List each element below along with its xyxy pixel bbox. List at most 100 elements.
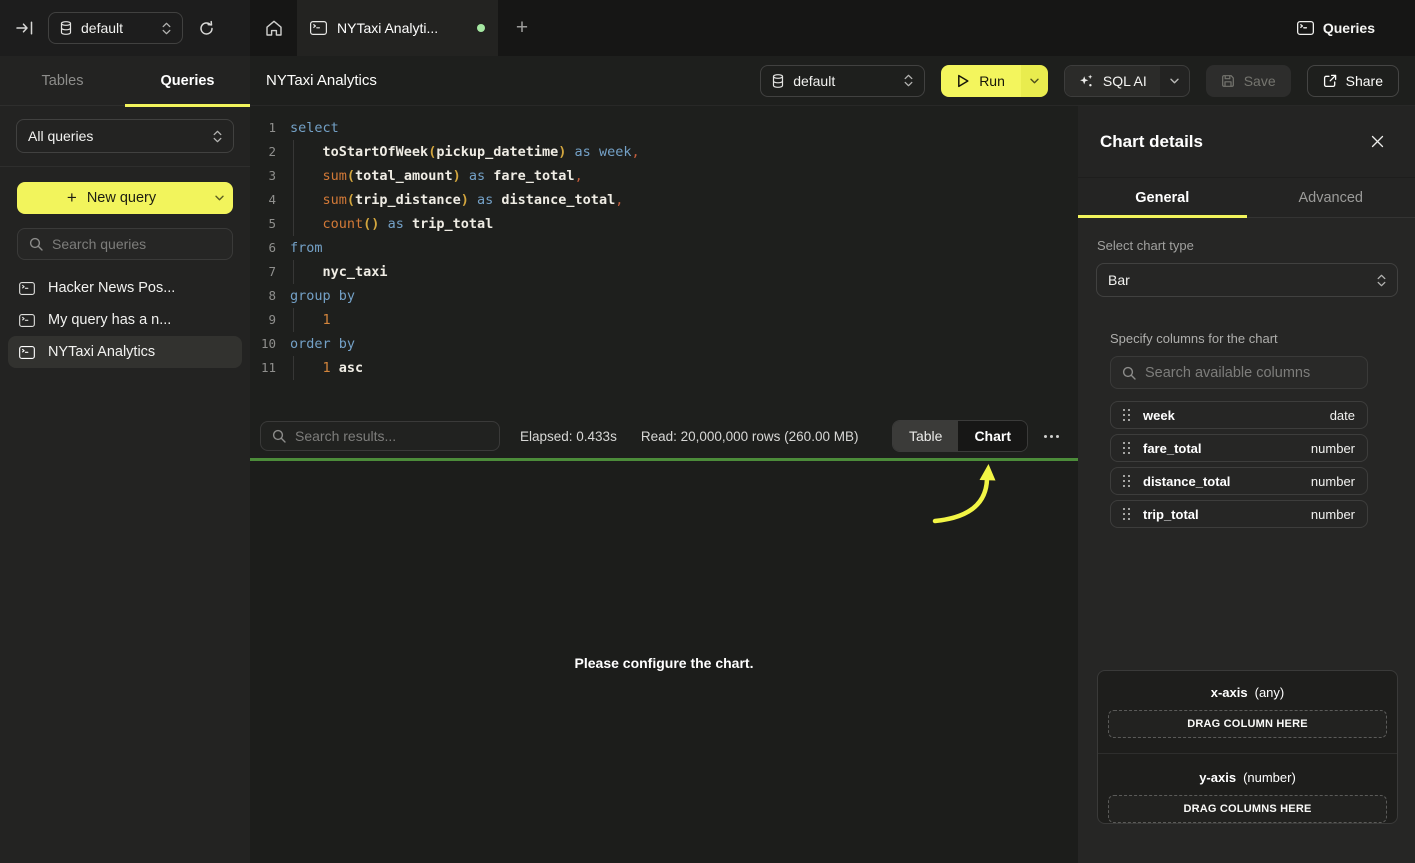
share-icon [1323, 74, 1337, 88]
topbar-database-value: default [81, 20, 153, 36]
x-axis-dropzone[interactable]: DRAG COLUMN HERE [1108, 710, 1387, 738]
chevron-up-down-icon [162, 22, 171, 35]
query-list-item[interactable]: My query has a n... [8, 304, 242, 336]
tab-strip: NYTaxi Analyti... + [250, 0, 1415, 56]
tab-queries-label: Queries [161, 73, 215, 89]
code-line[interactable]: 9 1 [250, 308, 1078, 332]
tab-tables-label: Tables [42, 73, 84, 89]
view-toggle-chart[interactable]: Chart [958, 421, 1027, 451]
code-line[interactable]: 3 sum(total_amount) as fare_total, [250, 164, 1078, 188]
column-name: week [1143, 408, 1175, 423]
save-button[interactable]: Save [1206, 65, 1291, 97]
sql-editor[interactable]: 1select2 toStartOfWeek(pickup_datetime) … [250, 106, 1078, 414]
panel-tab-advanced[interactable]: Advanced [1247, 178, 1415, 217]
drag-handle-icon[interactable] [1123, 508, 1130, 520]
code-line[interactable]: 2 toStartOfWeek(pickup_datetime) as week… [250, 140, 1078, 164]
sidebar-tab-tables[interactable]: Tables [0, 56, 125, 105]
drag-handle-icon[interactable] [1123, 475, 1130, 487]
tab-nytaxi-analytics[interactable]: NYTaxi Analyti... [297, 0, 498, 56]
queries-icon [1297, 21, 1314, 35]
search-columns-placeholder: Search available columns [1145, 365, 1310, 381]
search-columns-input[interactable]: Search available columns [1110, 356, 1368, 389]
sidebar-tabs: Tables Queries [0, 56, 250, 106]
run-button[interactable]: Run [941, 65, 1048, 97]
query-list-item-active[interactable]: NYTaxi Analytics [8, 336, 242, 368]
x-axis-type: (any) [1255, 685, 1285, 700]
drag-handle-icon[interactable] [1123, 409, 1130, 421]
code-line[interactable]: 1select [250, 116, 1078, 140]
save-icon [1221, 74, 1235, 88]
share-button[interactable]: Share [1307, 65, 1399, 97]
query-list-item[interactable]: Hacker News Pos... [8, 272, 242, 304]
x-axis-title: x-axis (any) [1108, 685, 1387, 700]
axes-card: x-axis (any) DRAG COLUMN HERE y-axis(numb… [1097, 670, 1398, 824]
code-text: select [290, 116, 339, 140]
query-item-label: NYTaxi Analytics [48, 344, 155, 360]
query-filter-select[interactable]: All queries [16, 119, 234, 153]
more-options-button[interactable] [1034, 421, 1068, 451]
search-icon [1122, 366, 1136, 380]
topbar-database-select[interactable]: default [48, 12, 183, 44]
column-chip-fare-total[interactable]: fare_total number [1110, 434, 1368, 462]
query-icon [19, 346, 35, 359]
column-chip-distance-total[interactable]: distance_total number [1110, 467, 1368, 495]
collapse-sidebar-icon[interactable] [16, 21, 33, 35]
sql-ai-button[interactable]: SQL AI [1064, 65, 1190, 97]
line-number: 4 [250, 188, 276, 212]
y-axis-title: y-axis(number) [1108, 770, 1387, 785]
elapsed-time: Elapsed: 0.433s [520, 429, 617, 444]
general-tab-label: General [1135, 190, 1189, 206]
new-query-button[interactable]: + New query [17, 182, 233, 214]
chart-type-select[interactable]: Bar [1096, 263, 1398, 297]
search-results-placeholder: Search results... [295, 428, 396, 444]
rows-read: Read: 20,000,000 rows (260.00 MB) [641, 429, 859, 444]
panel-header: Chart details [1078, 106, 1415, 178]
tab-home[interactable] [250, 0, 297, 56]
column-chip-week[interactable]: week date [1110, 401, 1368, 429]
code-text: count() as trip_total [290, 212, 493, 236]
refresh-icon[interactable] [198, 20, 215, 37]
drag-handle-icon[interactable] [1123, 442, 1130, 454]
column-chip-trip-total[interactable]: trip_total number [1110, 500, 1368, 528]
sql-ai-dropdown[interactable] [1160, 78, 1189, 84]
run-dropdown[interactable] [1021, 65, 1048, 97]
code-text: nyc_taxi [290, 260, 388, 284]
plus-icon: + [516, 16, 528, 40]
new-tab-button[interactable]: + [498, 0, 546, 56]
toolbar-database-select[interactable]: default [760, 65, 925, 97]
tab-label: NYTaxi Analyti... [337, 20, 467, 36]
new-query-dropdown[interactable] [206, 182, 233, 214]
save-label: Save [1244, 73, 1276, 89]
code-line[interactable]: 6from [250, 236, 1078, 260]
line-number: 5 [250, 212, 276, 236]
code-line[interactable]: 5 count() as trip_total [250, 212, 1078, 236]
code-line[interactable]: 8group by [250, 284, 1078, 308]
code-line[interactable]: 11 1 asc [250, 356, 1078, 380]
query-icon [19, 314, 35, 327]
code-line[interactable]: 4 sum(trip_distance) as distance_total, [250, 188, 1078, 212]
annotation-arrow [890, 463, 1010, 533]
share-label: Share [1346, 73, 1383, 89]
search-queries-input[interactable]: Search queries [17, 228, 233, 260]
panel-tabs: General Advanced [1078, 178, 1415, 218]
columns-label: Specify columns for the chart [1110, 331, 1368, 346]
view-toggle-table[interactable]: Table [893, 421, 958, 451]
code-line[interactable]: 10order by [250, 332, 1078, 356]
new-query-label: New query [87, 190, 156, 206]
queries-menu-button[interactable]: Queries [1297, 0, 1375, 56]
code-text: 1 asc [290, 356, 363, 380]
y-axis-dropzone[interactable]: DRAG COLUMNS HERE [1108, 795, 1387, 823]
search-queries-placeholder: Search queries [52, 236, 146, 252]
home-icon [265, 20, 283, 36]
x-axis-label: x-axis [1211, 685, 1248, 700]
column-type: date [1330, 408, 1355, 423]
search-results-input[interactable]: Search results... [260, 421, 500, 451]
line-number: 6 [250, 236, 276, 260]
queries-label: Queries [1323, 20, 1375, 36]
column-name: trip_total [1143, 507, 1199, 522]
run-label: Run [979, 73, 1005, 89]
code-line[interactable]: 7 nyc_taxi [250, 260, 1078, 284]
panel-tab-general[interactable]: General [1078, 178, 1247, 217]
close-icon[interactable] [1364, 129, 1390, 155]
sidebar-tab-queries[interactable]: Queries [125, 56, 250, 105]
